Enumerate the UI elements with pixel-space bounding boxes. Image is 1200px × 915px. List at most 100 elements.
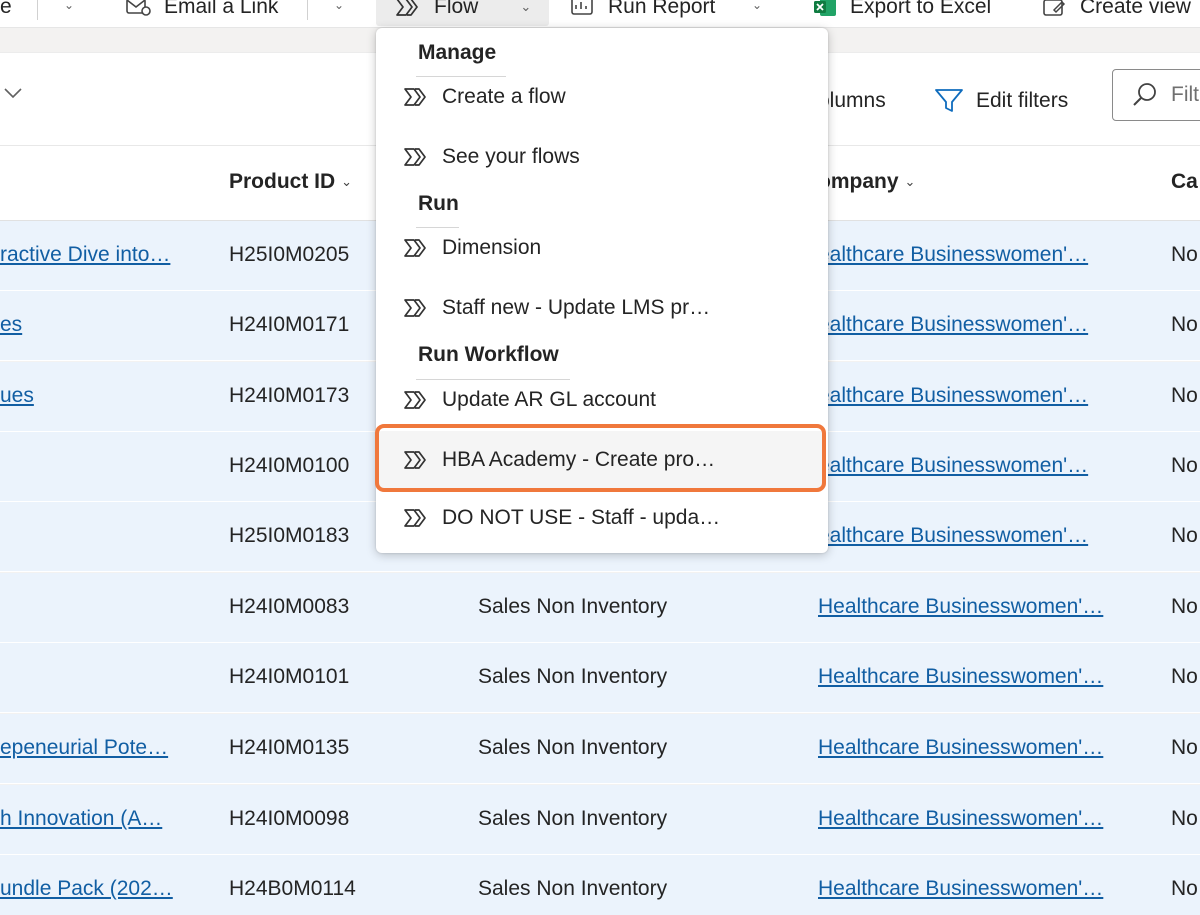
category-cell: No: [1171, 454, 1198, 477]
excel-icon: [812, 0, 838, 18]
product-id-cell: H24B0M0114: [229, 877, 356, 900]
product-id-cell: H24I0M0098: [229, 807, 350, 830]
product-name-link[interactable]: es: [0, 313, 22, 337]
category-cell: No: [1171, 665, 1198, 688]
category-cell: No: [1171, 384, 1198, 407]
column-header-category[interactable]: Ca: [1171, 170, 1198, 194]
product-id-cell: H24I0M0135: [229, 736, 350, 759]
chevron-down-icon[interactable]: ⌄: [334, 0, 344, 12]
run-report-label: Run Report: [608, 0, 716, 18]
product-id-cell: H24I0M0100: [229, 454, 350, 477]
email-link-label: Email a Link: [164, 0, 279, 18]
export-excel-label: Export to Excel: [850, 0, 992, 18]
table-row[interactable]: epeneurial Pote… H24I0M0135 Sales Non In…: [0, 714, 1200, 784]
company-link[interactable]: Healthcare Businesswomen'…: [818, 736, 1103, 760]
create-view-label: Create view: [1080, 0, 1191, 18]
company-link[interactable]: ealthcare Businesswomen'…: [818, 313, 1088, 337]
table-row[interactable]: h Innovation (A… H24I0M0098 Sales Non In…: [0, 785, 1200, 855]
company-link[interactable]: ealthcare Businesswomen'…: [818, 524, 1088, 548]
table-row[interactable]: undle Pack (202… H24B0M0114 Sales Non In…: [0, 855, 1200, 915]
company-link[interactable]: Healthcare Businesswomen'…: [818, 877, 1103, 901]
edit-filters-label: Edit filters: [976, 89, 1069, 112]
flow-icon: [402, 297, 430, 319]
category-cell: No: [1171, 243, 1198, 266]
company-link[interactable]: ealthcare Businesswomen'…: [818, 454, 1088, 478]
menu-section-heading-manage: Manage: [418, 41, 497, 64]
chevron-down-icon[interactable]: ⌄: [64, 0, 74, 12]
product-type-cell: Sales Non Inventory: [478, 665, 668, 688]
flow-icon: [402, 146, 430, 168]
command-separator: [37, 0, 38, 20]
menu-item-label: Dimension: [442, 236, 542, 259]
company-link[interactable]: ealthcare Businesswomen'…: [818, 384, 1088, 408]
create-view-button[interactable]: Create view: [1042, 0, 1191, 26]
edit-columns-button[interactable]: olumns: [818, 89, 886, 113]
command-bar: e ⌄ Email a Link ⌄ Flow ⌄ Run Report ⌄ E…: [0, 0, 1200, 28]
menu-section-heading-run: Run: [418, 192, 459, 215]
report-icon: [570, 0, 596, 18]
company-link[interactable]: ealthcare Businesswomen'…: [818, 243, 1088, 267]
column-header-company[interactable]: ompany ⌄: [818, 170, 915, 194]
company-link[interactable]: Healthcare Businesswomen'…: [818, 595, 1103, 619]
product-type-cell: Sales Non Inventory: [478, 877, 668, 900]
product-name-link[interactable]: h Innovation (A…: [0, 807, 162, 831]
menu-item-label: See your flows: [442, 145, 580, 168]
category-cell: No: [1171, 807, 1198, 830]
column-header-label: ompany: [818, 170, 899, 193]
filter-search-input[interactable]: Filt: [1112, 69, 1200, 121]
menu-item-label: Create a flow: [442, 85, 566, 108]
column-header-label: Ca: [1171, 170, 1198, 193]
column-header-product-id[interactable]: Product ID ⌄: [229, 170, 352, 194]
command-partial-button[interactable]: e: [0, 0, 12, 26]
category-cell: No: [1171, 524, 1198, 547]
product-id-cell: H24I0M0173: [229, 384, 350, 407]
email-link-icon: [126, 0, 152, 18]
column-header-label: Product ID: [229, 170, 336, 193]
product-id-cell: H24I0M0101: [229, 665, 350, 688]
company-link[interactable]: Healthcare Businesswomen'…: [818, 665, 1103, 689]
table-row[interactable]: H24I0M0101 Sales Non Inventory Healthcar…: [0, 643, 1200, 713]
flow-label: Flow: [434, 0, 479, 18]
menu-item-see-your-flows[interactable]: See your flows: [378, 128, 826, 186]
product-name-link[interactable]: epeneurial Pote…: [0, 736, 168, 760]
filter-funnel-icon: [934, 87, 964, 115]
flow-button[interactable]: Flow ⌄: [376, 0, 549, 26]
edit-filters-button[interactable]: Edit filters: [934, 87, 1068, 115]
product-type-cell: Sales Non Inventory: [478, 736, 668, 759]
product-name-link[interactable]: ractive Dive into…: [0, 243, 170, 267]
category-cell: No: [1171, 736, 1198, 759]
chevron-down-icon: ⌄: [341, 174, 353, 189]
category-cell: No: [1171, 313, 1198, 336]
flow-icon: [394, 0, 422, 18]
view-selector-chevron-icon[interactable]: [3, 86, 23, 105]
product-id-cell: H24I0M0171: [229, 313, 350, 336]
product-id-cell: H24I0M0083: [229, 595, 350, 618]
menu-item-create-a-flow[interactable]: Create a flow: [378, 68, 826, 126]
run-report-button[interactable]: Run Report: [570, 0, 715, 26]
product-id-cell: H25I0M0183: [229, 524, 350, 547]
menu-item-do-not-use-staff[interactable]: DO NOT USE - Staff - upda…: [378, 489, 826, 547]
product-name-link[interactable]: undle Pack (202…: [0, 877, 173, 901]
company-link[interactable]: Healthcare Businesswomen'…: [818, 807, 1103, 831]
flow-icon: [402, 237, 430, 259]
flow-icon: [402, 389, 430, 411]
menu-item-hba-academy-create[interactable]: HBA Academy - Create pro…: [378, 431, 826, 489]
product-type-cell: Sales Non Inventory: [478, 807, 668, 830]
menu-item-label: Staff new - Update LMS pr…: [442, 296, 711, 319]
flow-icon: [402, 86, 430, 108]
product-name-link[interactable]: ues: [0, 384, 34, 408]
table-row[interactable]: H24I0M0083 Sales Non Inventory Healthcar…: [0, 573, 1200, 643]
menu-item-dimension[interactable]: Dimension: [378, 219, 826, 277]
category-cell: No: [1171, 595, 1198, 618]
create-view-icon: [1042, 0, 1068, 18]
export-excel-button[interactable]: Export to Excel: [812, 0, 991, 26]
menu-item-label: HBA Academy - Create pro…: [442, 448, 716, 471]
chevron-down-icon[interactable]: ⌄: [752, 0, 762, 12]
email-link-button[interactable]: Email a Link: [126, 0, 278, 26]
command-separator: [307, 0, 308, 20]
chevron-down-icon: ⌄: [904, 174, 916, 189]
filter-placeholder: Filt: [1171, 83, 1199, 106]
product-id-cell: H25I0M0205: [229, 243, 350, 266]
menu-item-staff-new-update-lms[interactable]: Staff new - Update LMS pr…: [378, 279, 826, 337]
menu-item-update-ar-gl-account[interactable]: Update AR GL account: [378, 371, 826, 429]
